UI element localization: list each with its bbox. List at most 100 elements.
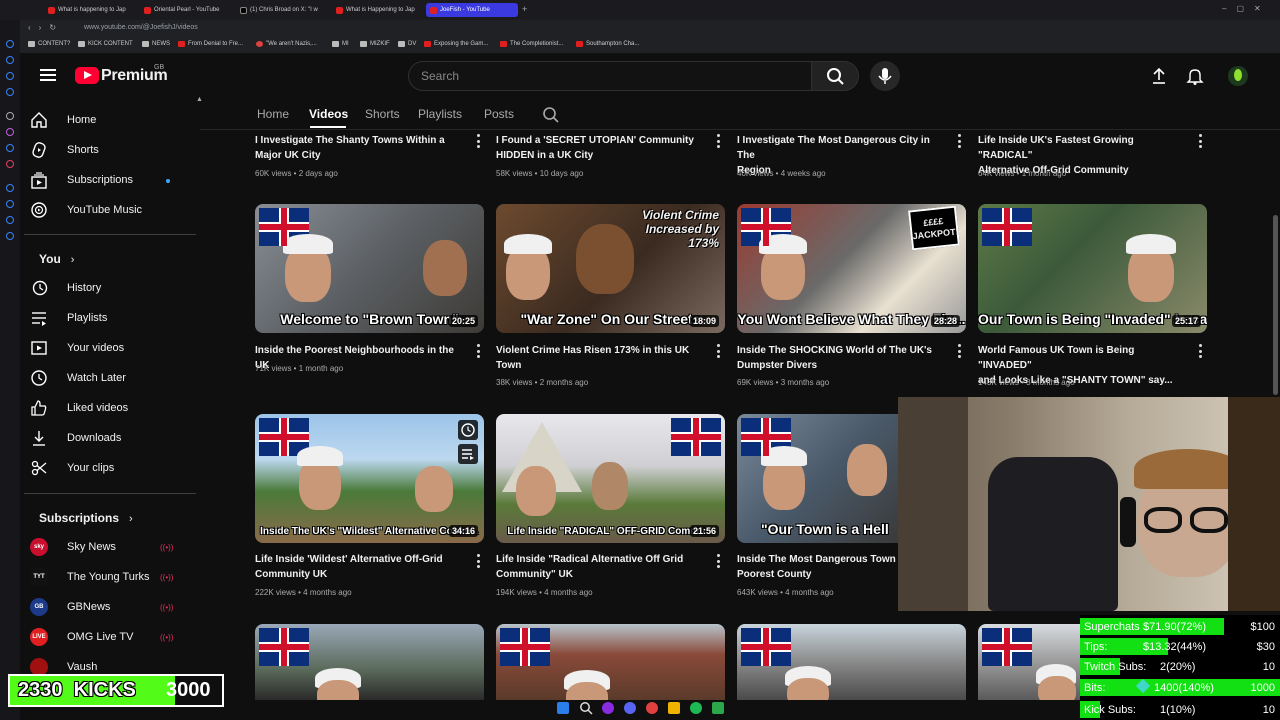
taskbar-search-icon[interactable] [579,701,593,720]
app-icon[interactable] [712,702,724,714]
voice-search-button[interactable] [870,61,900,91]
menu-icon[interactable] [40,69,56,81]
more-options-icon[interactable] [716,134,720,148]
sidebar-subscriptions-heading[interactable]: Subscriptions › [39,511,133,525]
video-title[interactable]: Violent Crime Has Risen 173% in this UK T… [496,343,701,373]
sidebar-item-music[interactable]: YouTube Music [30,195,200,225]
tab-playlists[interactable]: Playlists [418,107,462,121]
more-options-icon[interactable] [476,554,480,568]
video-title[interactable]: Inside The Most Dangerous Town i Poorest … [737,552,897,582]
bookmark-item[interactable]: "We aren't Nazis,... [256,41,317,47]
tab-shorts[interactable]: Shorts [365,107,400,121]
discord-icon[interactable] [624,702,636,714]
tab-posts[interactable]: Posts [484,107,514,121]
new-tab-icon[interactable]: + [522,4,527,14]
video-title[interactable]: I Investigate The Shanty Towns Within aM… [255,133,460,163]
sidebar-sub-gbnews[interactable]: GB GBNews [30,592,200,622]
file-explorer-icon[interactable] [668,702,680,714]
sidebar-item-your-videos[interactable]: Your videos [30,333,200,363]
app-icon[interactable] [602,702,614,714]
sidebar-you-heading[interactable]: You › [39,252,74,266]
rail-icon[interactable] [6,184,14,192]
video-thumbnail[interactable]: Violent Crime Increased by 173% "War Zon… [496,204,725,333]
sidebar-item-subscriptions[interactable]: Subscriptions [30,165,200,195]
video-thumbnail[interactable]: Life Inside "RADICAL" OFF-GRID Commu... … [496,414,725,543]
nav-buttons-icon[interactable]: ‹›↻ [28,23,64,32]
bookmark-item[interactable]: CONTENT? [28,41,70,47]
more-options-icon[interactable] [716,554,720,568]
avatar[interactable] [1228,66,1248,86]
more-options-icon[interactable] [1198,134,1202,148]
browser-tab[interactable]: (1) Chris Broad on X: "I w [236,3,326,17]
address-bar[interactable] [20,20,1280,37]
rail-icon[interactable] [6,160,14,168]
bookmark-item[interactable]: NEWS [142,41,170,47]
rail-icon[interactable] [6,72,14,80]
video-thumbnail[interactable]: "Our Town is a Hell [737,414,898,543]
sidebar-sub-tyt[interactable]: TYT The Young Turks [30,562,200,592]
sidebar-scroll-up-icon[interactable]: ▲ [196,96,203,103]
rail-icon[interactable] [6,56,14,64]
sidebar-item-downloads[interactable]: Downloads [30,423,200,453]
bookmark-item[interactable]: The Completionist... [500,41,563,47]
bookmark-item[interactable]: MI [332,41,349,47]
video-thumbnail[interactable] [255,624,484,700]
spotify-icon[interactable] [690,702,702,714]
rail-icon[interactable] [6,144,14,152]
bookmark-item[interactable]: From Denial to Fre... [178,41,243,47]
bookmark-item[interactable]: MIZKIF [360,41,390,47]
more-options-icon[interactable] [957,344,961,358]
video-thumbnail[interactable] [978,624,1080,700]
more-options-icon[interactable] [1198,344,1202,358]
notifications-button[interactable] [1186,67,1204,90]
sidebar-sub-sky-news[interactable]: sky Sky News [30,532,200,562]
more-options-icon[interactable] [476,344,480,358]
rail-icon[interactable] [6,112,14,120]
rail-icon[interactable] [6,216,14,224]
watch-later-icon[interactable] [458,420,478,440]
sidebar-sub-omg-live[interactable]: LIVE OMG Live TV [30,622,200,652]
browser-tab[interactable]: Oriental Pearl - YouTube [140,3,230,17]
add-to-queue-icon[interactable] [458,444,478,464]
video-title[interactable]: Life Inside "Radical Alternative Off Gri… [496,552,701,582]
video-thumbnail[interactable] [496,624,725,700]
sidebar-item-liked[interactable]: Liked videos [30,393,200,423]
bookmark-item[interactable]: Exposing the Gam... [424,41,488,47]
more-options-icon[interactable] [957,134,961,148]
video-title[interactable]: Life Inside 'Wildest' Alternative Off-Gr… [255,552,460,582]
rail-icon[interactable] [6,40,14,48]
rail-icon[interactable] [6,88,14,96]
browser-tab-active[interactable]: JoeFish - YouTube [426,3,518,17]
more-options-icon[interactable] [476,134,480,148]
windows-start-icon[interactable] [557,702,569,714]
sidebar-item-home[interactable]: Home [30,105,200,135]
browser-tab[interactable]: What is happening to Jap [44,3,134,17]
channel-search-button[interactable] [542,106,560,129]
video-title[interactable]: I Found a 'SECRET UTOPIAN' Community HIDD… [496,133,701,163]
video-title[interactable]: Inside The SHOCKING World of The UK's Dum… [737,343,942,373]
browser-tab[interactable]: What is Happening to Jap [332,3,422,17]
sidebar-item-shorts[interactable]: Shorts [30,135,200,165]
rail-icon[interactable] [6,200,14,208]
rail-icon[interactable] [6,128,14,136]
bookmark-item[interactable]: KICK CONTENT [78,41,133,47]
video-thumbnail[interactable]: Our Town is Being "Invaded" Loca... 25:1… [978,204,1207,333]
sidebar-item-playlists[interactable]: Playlists [30,303,200,333]
browser-icon[interactable] [646,702,658,714]
bookmark-item[interactable]: Southampton Cha... [576,41,639,47]
more-options-icon[interactable] [716,344,720,358]
sidebar-item-history[interactable]: History [30,273,200,303]
bookmark-item[interactable]: DV [398,41,416,47]
video-thumbnail[interactable]: ££££ JACKPOT! You Wont Believe What They… [737,204,966,333]
rail-icon[interactable] [6,232,14,240]
window-controls-icon[interactable]: –▢✕ [1222,4,1271,13]
tab-videos[interactable]: Videos [309,107,348,121]
search-input[interactable] [408,61,812,91]
upload-button[interactable] [1150,67,1168,90]
youtube-logo-icon[interactable] [75,67,99,84]
video-thumbnail[interactable]: Inside The UK's "Wildest" Alternative Co… [255,414,484,543]
page-scrollbar[interactable] [1273,215,1278,395]
video-thumbnail[interactable]: Welcome to "Brown Town" 20:25 [255,204,484,333]
sidebar-item-clips[interactable]: Your clips [30,453,200,483]
sidebar-item-watch-later[interactable]: Watch Later [30,363,200,393]
